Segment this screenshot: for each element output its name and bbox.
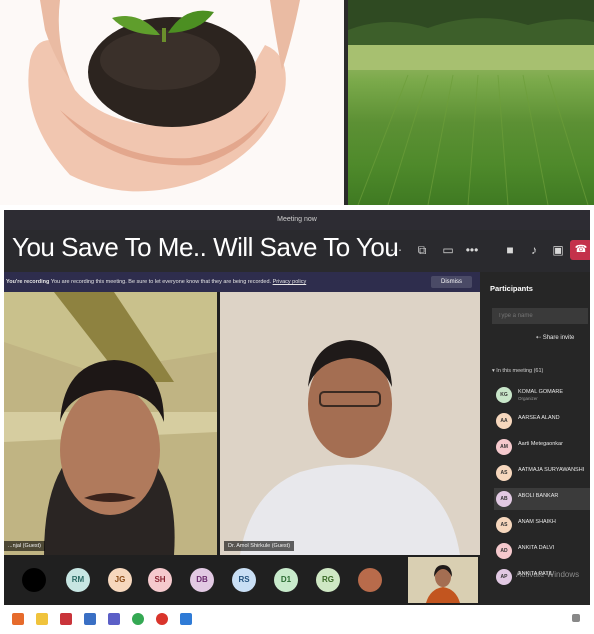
chrome-icon[interactable] [132, 613, 144, 625]
avatar[interactable]: D1 [274, 568, 298, 592]
share-icon: ⇠ [536, 335, 543, 341]
participant-name-tag: Dr. Amol Shirkule (Guest) [224, 541, 295, 551]
teams-icon[interactable] [108, 613, 120, 625]
teams-meeting-window: Meeting now ⋯ ⧉ ▭ ••• ■ ♪ ▣ ☎ You Save T… [4, 210, 590, 605]
participant-row[interactable]: AM Aarti Metegaonkar [494, 436, 590, 458]
participant-role: Organizer [518, 396, 538, 401]
participant-row[interactable]: AS ANAM SHAIKH [494, 514, 590, 536]
participant-avatar: AB [496, 491, 512, 507]
file-explorer-icon[interactable] [36, 613, 48, 625]
taskbar [0, 605, 594, 634]
ellipsis-icon[interactable]: ••• [464, 242, 480, 258]
privacy-policy-link[interactable]: Privacy policy [273, 279, 307, 285]
in-meeting-section-header[interactable]: ▾ In this meeting (61) [492, 368, 543, 374]
avatar-photo[interactable] [358, 568, 382, 592]
participant-avatar: AA [496, 413, 512, 429]
participant-avatar: AD [496, 543, 512, 559]
panel-title: Participants [490, 284, 533, 293]
self-view-thumbnail[interactable] [408, 557, 478, 603]
participant-name-tag: ...njal (Guest) [4, 541, 46, 551]
participant-row[interactable]: AS AATMAJA SURYAWANSHI [494, 462, 590, 484]
camera-icon[interactable]: ■ [502, 242, 518, 258]
participant-row[interactable]: AD ANKITA DALVI [494, 540, 590, 562]
participant-name: ABOLI BANKAR [518, 493, 559, 499]
rice-field-image [348, 0, 594, 205]
participant-search-input[interactable] [492, 308, 588, 324]
opera-icon[interactable] [156, 613, 168, 625]
participant-video-2[interactable]: Dr. Amol Shirkule (Guest) [220, 292, 480, 555]
share-invite-label: Share invite [542, 335, 575, 341]
participant-row[interactable]: AA AARSEA ALAND [494, 410, 590, 432]
app-icon[interactable] [60, 613, 72, 625]
participant-name: AATMAJA SURYAWANSHI [518, 467, 585, 473]
avatar[interactable]: RG [316, 568, 340, 592]
recording-message: You are recording this meeting. Be sure … [50, 279, 272, 285]
app-icon[interactable] [84, 613, 96, 625]
window-title: Meeting now [4, 210, 590, 230]
section-label: In this meeting (61) [496, 368, 544, 374]
participant-avatar: AP [496, 569, 512, 585]
chat-icon[interactable]: ▭ [440, 242, 456, 258]
app-icon[interactable] [180, 613, 192, 625]
banner [0, 0, 594, 205]
recording-lead: You're recording [6, 279, 50, 285]
leave-call-button[interactable]: ☎ [570, 240, 590, 260]
participant-name: KOMAL GOMARE [518, 389, 564, 395]
avatar[interactable]: SH [148, 568, 172, 592]
recording-notice-bar: You're recording You are recording this … [4, 272, 480, 292]
hands-holding-soil-image [0, 0, 344, 205]
avatar[interactable]: DB [190, 568, 214, 592]
participant-row[interactable]: KG KOMAL GOMARE Organizer [494, 384, 590, 406]
phone-hangup-icon: ☎ [574, 244, 588, 255]
avatar[interactable]: JG [108, 568, 132, 592]
participants-panel: Participants ⇠ Share invite ▾ In this me… [480, 272, 590, 605]
microphone-icon[interactable]: ♪ [526, 242, 542, 258]
participant-avatar: AS [496, 517, 512, 533]
participant-name: ANKITA DALVI [518, 545, 555, 551]
activate-windows-watermark: Activate Windows [516, 570, 580, 579]
participant-row[interactable]: AB ABOLI BANKAR [494, 488, 590, 510]
share-screen-icon[interactable]: ▣ [550, 242, 566, 258]
participant-name: Aarti Metegaonkar [518, 441, 563, 447]
video-caption-overlay: You Save To Me.. Will Save To You [12, 232, 399, 262]
firefox-icon[interactable] [12, 613, 24, 625]
avatar[interactable]: RM [66, 568, 90, 592]
share-invite-button[interactable]: ⇠ Share invite [536, 334, 574, 341]
avatar[interactable]: RS [232, 568, 256, 592]
system-tray-icon[interactable] [572, 614, 580, 622]
participant-name: ANAM SHAIKH [518, 519, 556, 525]
avatar-dark[interactable] [22, 568, 46, 592]
participant-name: AARSEA ALAND [518, 415, 560, 421]
participant-avatar: KG [496, 387, 512, 403]
share-tray-icon[interactable]: ⧉ [414, 242, 430, 258]
dismiss-button[interactable]: Dismiss [431, 276, 472, 288]
participant-avatar-row: RM JG SH DB RS D1 RG [4, 555, 480, 605]
participant-avatar: AS [496, 465, 512, 481]
participant-avatar: AM [496, 439, 512, 455]
participant-video-1[interactable]: ...njal (Guest) [4, 292, 217, 555]
